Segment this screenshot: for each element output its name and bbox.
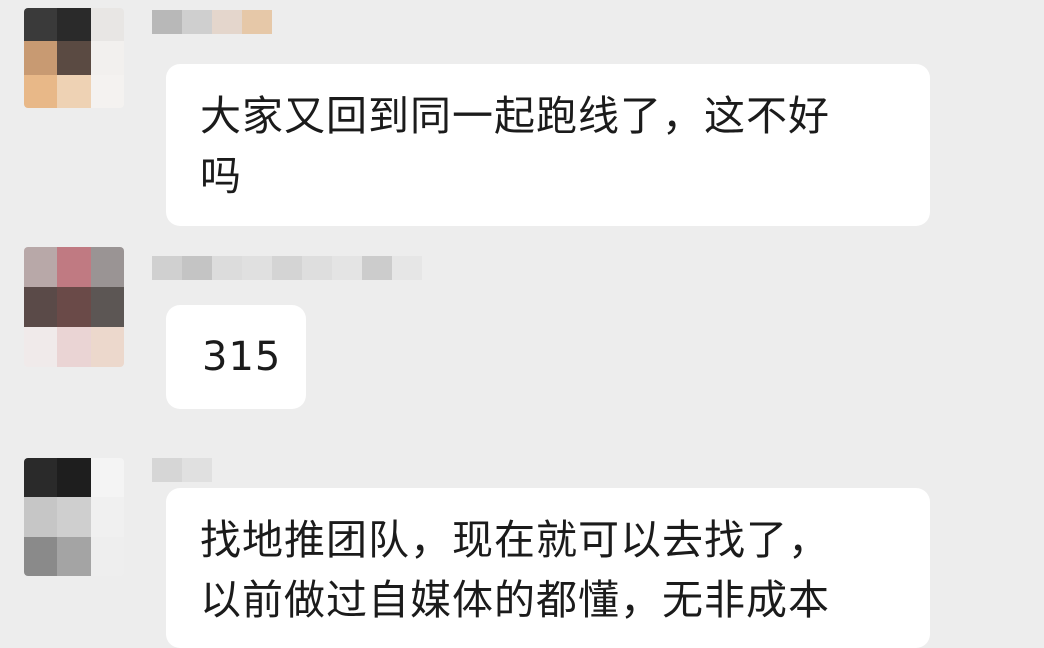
avatar-blurred[interactable] (24, 8, 124, 108)
message-bubble[interactable]: 找地推团队，现在就可以去找了， 以前做过自媒体的都懂，无非成本 (166, 488, 930, 648)
sender-name-blurred (152, 458, 212, 482)
avatar-blurred[interactable] (24, 247, 124, 367)
message-bubble[interactable]: 大家又回到同一起跑线了，这不好 吗 (166, 64, 930, 226)
sender-name-blurred (152, 256, 422, 280)
sender-name-blurred (152, 10, 272, 34)
chat-conversation: 大家又回到同一起跑线了，这不好 吗 315 找地推团队，现在就可以去找了， 以前… (0, 0, 1044, 648)
avatar-blurred[interactable] (24, 458, 124, 576)
message-bubble[interactable]: 315 (166, 305, 306, 409)
